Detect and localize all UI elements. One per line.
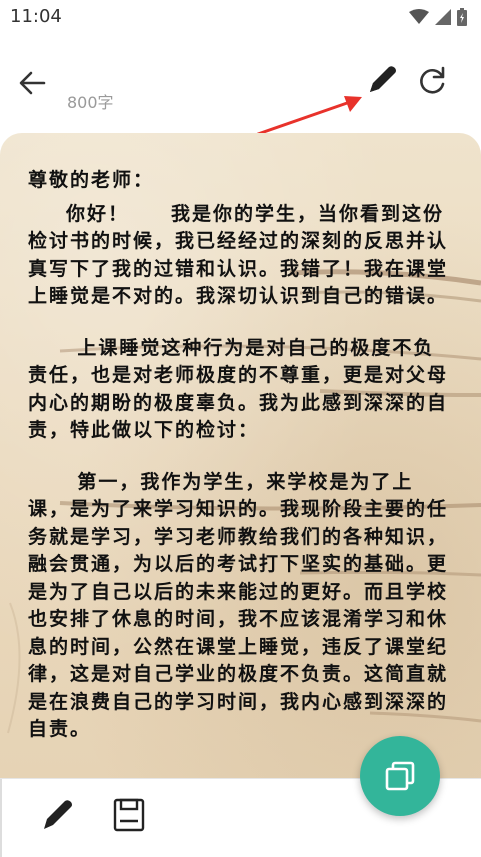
letter-paper: 尊敬的老师： 你好！ 我是你的学生，当你看到这份检讨书的时候，我已经经过的深刻的…	[0, 133, 481, 778]
back-arrow-icon[interactable]	[14, 66, 52, 100]
letter-paragraph-1: 你好！ 我是你的学生，当你看到这份检讨书的时候，我已经经过的深刻的反思并认真写下…	[28, 202, 449, 308]
battery-icon	[457, 8, 467, 26]
refresh-icon[interactable]	[415, 64, 449, 98]
letter-paragraph-3: 第一，我作为学生，来学校是为了上课，是为了来学习知识的。我现阶段主要的任务就是学…	[28, 470, 449, 741]
copy-button[interactable]	[360, 736, 440, 816]
letter-body: 尊敬的老师： 你好！ 我是你的学生，当你看到这份检讨书的时候，我已经经过的深刻的…	[28, 167, 448, 744]
word-count: 800字	[67, 93, 114, 112]
toolbar-divider	[0, 779, 2, 857]
wifi-icon	[409, 9, 429, 24]
save-icon[interactable]	[110, 795, 148, 835]
app-header: 800字	[0, 50, 481, 120]
copy-icon	[385, 761, 415, 791]
status-icons	[409, 8, 467, 26]
edit-pen-icon[interactable]	[38, 795, 78, 835]
status-time: 11:04	[10, 6, 62, 27]
letter-greeting: 尊敬的老师：	[28, 169, 155, 191]
status-bar: 11:04	[0, 0, 481, 36]
letter-paragraph-2: 上课睡觉这种行为是对自己的极度不负责任，也是对老师极度的不尊重，更是对父母内心的…	[28, 336, 449, 442]
signal-icon	[435, 9, 451, 25]
